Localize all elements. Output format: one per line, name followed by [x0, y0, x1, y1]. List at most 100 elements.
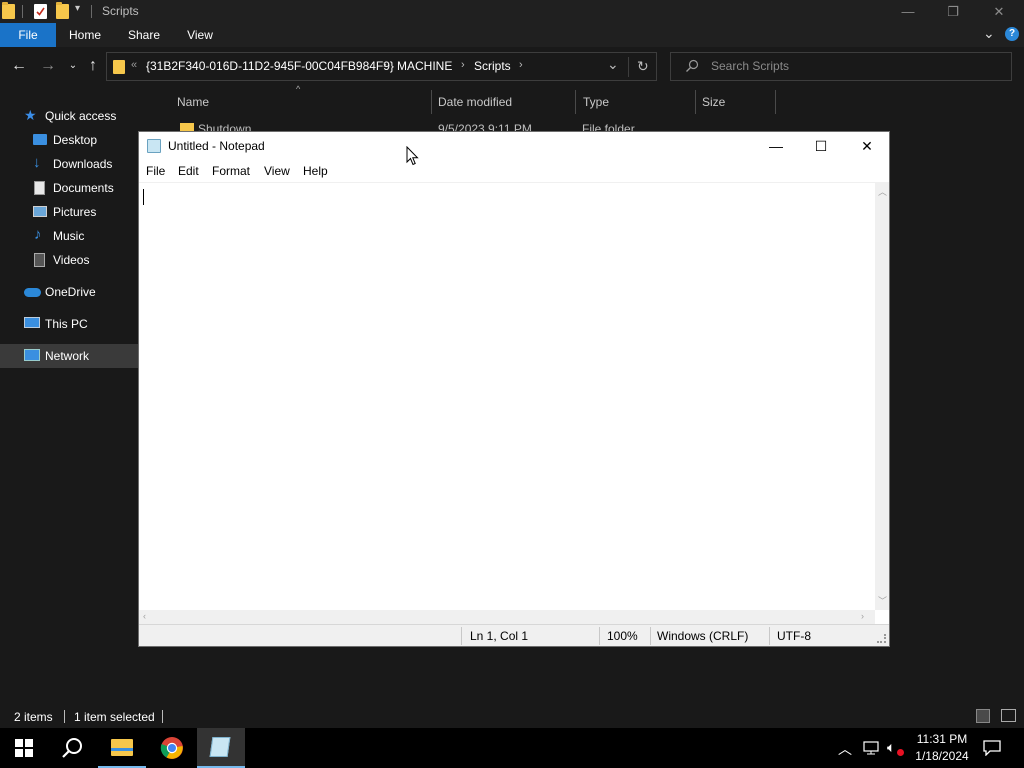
scroll-right-icon[interactable]: › [861, 611, 864, 621]
taskbar-chrome[interactable] [148, 728, 196, 768]
chevron-right-icon[interactable]: › [383, 59, 387, 71]
column-header-name[interactable]: Name [177, 95, 209, 109]
breadcrumb-machine[interactable]: MACHINE [397, 59, 452, 73]
column-separator[interactable] [695, 90, 696, 114]
menu-view[interactable]: View [264, 164, 290, 178]
network-icon [24, 349, 40, 361]
taskbar-search-button[interactable] [48, 728, 96, 768]
ribbon-tabs: File Home Share View ⌄ ? [0, 23, 1024, 47]
menu-edit[interactable]: Edit [178, 164, 199, 178]
column-separator[interactable] [575, 90, 576, 114]
chevron-right-icon[interactable]: › [519, 59, 523, 71]
close-button[interactable]: ✕ [844, 132, 890, 160]
sidebar-item-videos[interactable]: Videos [0, 248, 158, 272]
tab-view[interactable]: View [175, 23, 225, 47]
sidebar-item-quick-access[interactable]: ★ Quick access [0, 104, 158, 128]
sidebar-item-this-pc[interactable]: This PC [0, 312, 158, 336]
breadcrumb-scripts[interactable]: Scripts [474, 59, 511, 73]
sidebar-item-label: Videos [53, 253, 90, 267]
column-header-date-modified[interactable]: Date modified [438, 95, 512, 109]
folder-icon [2, 2, 15, 19]
search-input[interactable]: Search Scripts [711, 59, 789, 73]
up-arrow-icon[interactable]: ↑ [82, 55, 104, 77]
menu-help[interactable]: Help [303, 164, 328, 178]
sidebar-item-music[interactable]: ♪ Music [0, 224, 158, 248]
address-dropdown-icon[interactable]: ⌄ [607, 56, 619, 73]
menu-format[interactable]: Format [212, 164, 250, 178]
address-bar[interactable]: « {31B2F340-016D-11D2-945F-00C04FB984F9}… [106, 52, 657, 81]
large-icons-view-icon[interactable] [1001, 709, 1016, 722]
address-separator [628, 57, 629, 77]
search-box[interactable]: Search Scripts [670, 52, 1012, 81]
column-header-size[interactable]: Size [702, 95, 725, 109]
qat-dropdown-icon[interactable]: ▾ [75, 3, 80, 14]
column-separator[interactable] [775, 90, 776, 114]
back-arrow-icon[interactable]: ← [8, 55, 30, 77]
tab-file[interactable]: File [0, 23, 56, 47]
sidebar-item-label: Downloads [53, 157, 113, 171]
text-caret [143, 189, 144, 205]
minimize-button[interactable]: — [753, 132, 799, 160]
tab-home[interactable]: Home [60, 23, 110, 47]
sidebar-item-onedrive[interactable]: OneDrive [0, 280, 158, 304]
status-separator [599, 627, 600, 645]
sidebar-item-desktop[interactable]: Desktop [0, 128, 158, 152]
notepad-text-area[interactable] [139, 182, 875, 610]
sidebar-item-documents[interactable]: Documents [0, 176, 158, 200]
sidebar-item-label: Desktop [53, 133, 98, 147]
details-view-icon[interactable] [976, 709, 990, 723]
show-hidden-icons-icon[interactable]: ︿ [838, 739, 852, 759]
volume-muted-icon[interactable]: 🔈︎ [887, 739, 895, 756]
taskbar-notepad[interactable] [197, 728, 245, 768]
notepad-menu-bar: File Edit Format View Help [139, 162, 889, 182]
refresh-icon[interactable]: ↻ [637, 58, 649, 75]
menu-file[interactable]: File [146, 164, 165, 178]
maximize-button[interactable]: ☐ [798, 132, 844, 160]
sidebar-item-label: Documents [53, 181, 114, 195]
sidebar-item-label: Music [53, 229, 85, 243]
scroll-up-icon[interactable]: ︿ [878, 185, 887, 198]
start-button[interactable] [0, 728, 48, 768]
computer-icon [24, 317, 40, 328]
pictures-icon [33, 206, 47, 217]
column-separator[interactable] [431, 90, 432, 114]
explorer-title-bar[interactable]: ▾ Scripts — ❐ ✕ [0, 0, 1024, 23]
notepad-title-bar[interactable]: Untitled - Notepad — ☐ ✕ [139, 132, 889, 162]
sidebar-item-label: Network [45, 349, 90, 363]
breadcrumb-guid[interactable]: {31B2F340-016D-11D2-945F-00C04FB984F9} [146, 59, 394, 73]
minimize-button[interactable]: — [885, 0, 931, 23]
resize-grip-icon[interactable] [877, 634, 886, 643]
clock-date[interactable]: 1/18/2024 [912, 749, 972, 763]
title-separator [91, 5, 92, 18]
vertical-scrollbar[interactable]: ︿ ﹀ [875, 182, 889, 610]
restore-button[interactable]: ❐ [930, 0, 976, 23]
address-overflow-icon[interactable]: « [131, 59, 137, 71]
tab-share[interactable]: Share [119, 23, 169, 47]
column-header-type[interactable]: Type [583, 95, 609, 109]
forward-arrow-icon[interactable]: → [37, 55, 59, 77]
notifications-icon[interactable] [983, 740, 1001, 756]
scroll-left-icon[interactable]: ‹ [143, 611, 146, 621]
navigation-pane: ★ Quick access Desktop ↓ Downloads Docum… [0, 87, 158, 705]
cursor-position: Ln 1, Col 1 [470, 629, 529, 643]
notepad-app-icon [147, 139, 161, 153]
close-button[interactable]: ✕ [976, 0, 1022, 23]
recent-locations-icon[interactable]: ⌄ [62, 55, 84, 77]
ribbon-expand-icon[interactable]: ⌄ [983, 25, 995, 42]
item-count: 2 items [14, 710, 53, 724]
chevron-right-icon[interactable]: › [461, 59, 465, 71]
sidebar-item-network[interactable]: Network [0, 344, 158, 368]
new-folder-icon[interactable] [56, 2, 69, 19]
selection-count: 1 item selected [74, 710, 155, 724]
scroll-down-icon[interactable]: ﹀ [878, 594, 887, 607]
sidebar-item-label: This PC [45, 317, 88, 331]
network-status-icon[interactable] [863, 740, 879, 756]
horizontal-scrollbar[interactable]: ‹ › [139, 610, 875, 624]
sidebar-item-downloads[interactable]: ↓ Downloads [0, 152, 158, 176]
clock-time[interactable]: 11:31 PM [912, 732, 972, 746]
taskbar-file-explorer[interactable] [98, 728, 146, 768]
properties-icon[interactable] [34, 4, 47, 19]
sidebar-item-pictures[interactable]: Pictures [0, 200, 158, 224]
mute-badge [897, 749, 904, 756]
help-icon[interactable]: ? [1005, 27, 1019, 41]
